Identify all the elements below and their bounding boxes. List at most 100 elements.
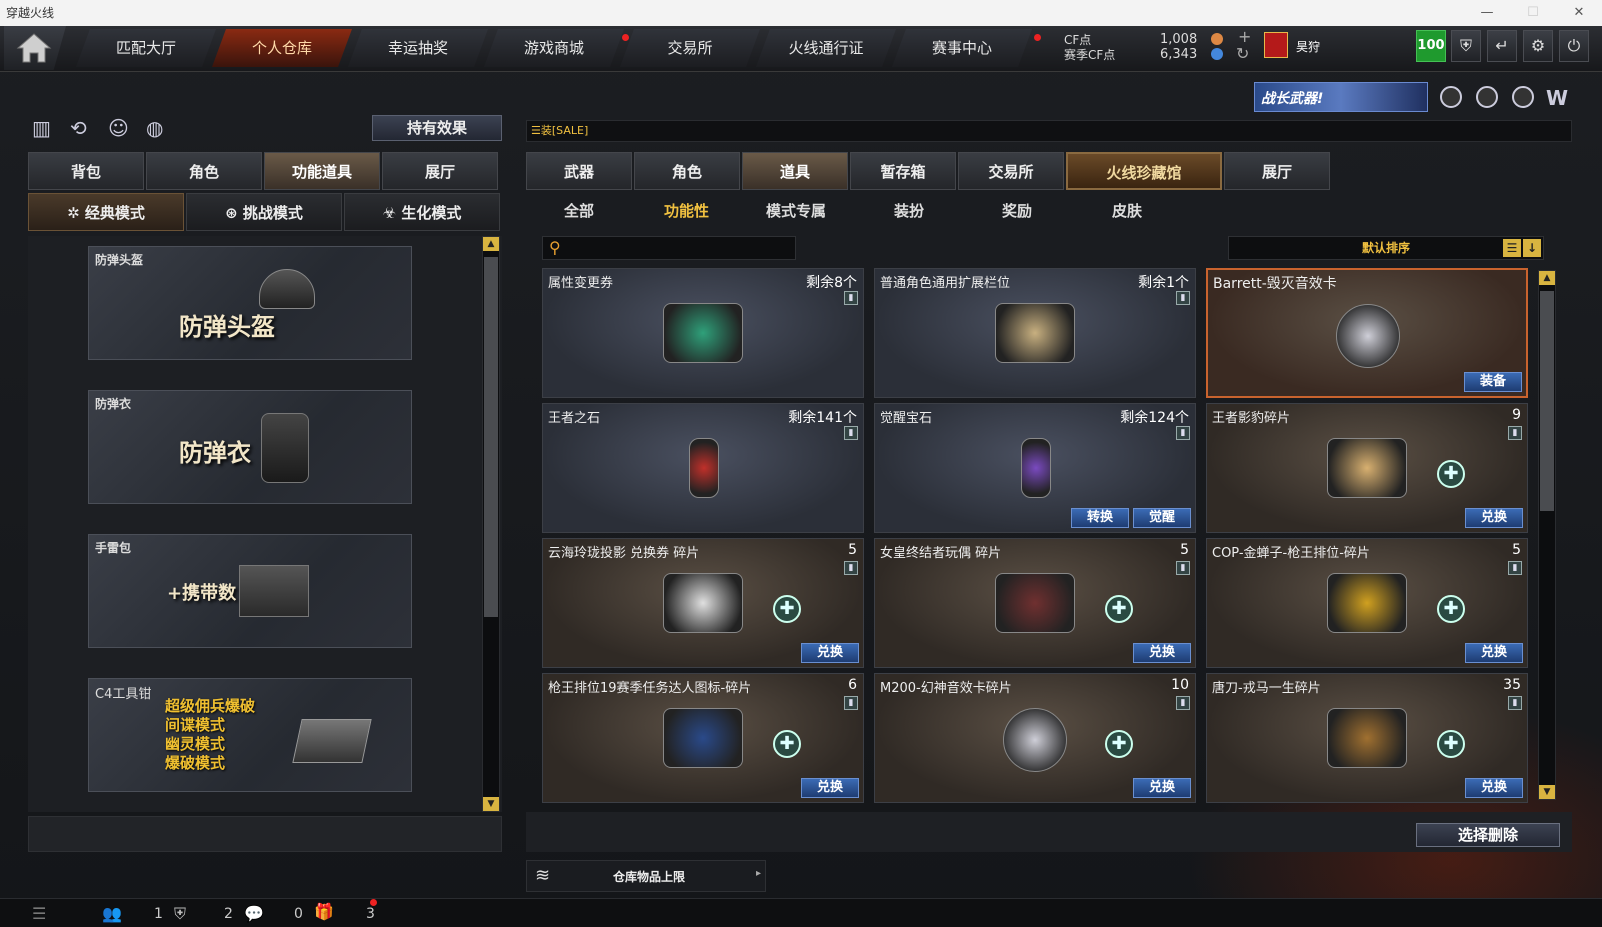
gift-icon[interactable]: 🎁 — [314, 902, 334, 921]
lock-icon[interactable]: ▮ — [1508, 561, 1522, 575]
subtab-all[interactable]: 全部 — [564, 200, 594, 221]
close-button[interactable]: ✕ — [1556, 0, 1602, 26]
list-icon[interactable]: ☰ — [1503, 239, 1521, 257]
wings-icon[interactable]: W — [1546, 86, 1568, 110]
awaken-button[interactable]: 觉醒 — [1133, 508, 1191, 528]
grenade-icon[interactable]: ◍ — [146, 116, 163, 140]
equip-button[interactable]: 装备 — [1464, 372, 1522, 392]
mode-challenge[interactable]: ⊛ 挑战模式 — [186, 193, 342, 231]
scroll-thumb[interactable] — [1540, 291, 1554, 511]
card-c4-tool[interactable]: C4工具钳 超级佣兵爆破 间谍模式 幽灵模式 爆破模式 — [88, 678, 412, 792]
tab-characters[interactable]: 角色 — [634, 152, 740, 190]
exchange-button[interactable]: 兑换 — [1133, 778, 1191, 798]
chat-icon[interactable]: 💬 — [244, 904, 264, 923]
person-icon[interactable]: ☺ — [108, 116, 129, 140]
clan-shield-icon[interactable]: ⛨ — [174, 904, 186, 924]
tab-storage-box[interactable]: 暂存箱 — [850, 152, 956, 190]
nav-tab-lottery[interactable]: 幸运抽奖 — [348, 29, 488, 67]
tab-items[interactable]: 道具 — [742, 152, 848, 190]
tab-collection[interactable]: 火线珍藏馆 — [1066, 152, 1222, 190]
right-scrollbar[interactable]: ▲ ▼ — [1538, 270, 1556, 800]
lock-icon[interactable]: ▮ — [1176, 696, 1190, 710]
mode-zombie[interactable]: ☣ 生化模式 — [344, 193, 500, 231]
item-card[interactable]: 王者之石 剩余141个 ▮ — [542, 403, 864, 533]
stats-icon[interactable]: ▥ — [32, 116, 51, 140]
subtab-outfit[interactable]: 装扮 — [894, 200, 924, 221]
subtab-reward[interactable]: 奖励 — [1002, 200, 1032, 221]
lock-icon[interactable]: ▮ — [844, 426, 858, 440]
tab-function-items[interactable]: 功能道具 — [264, 152, 380, 190]
friends-icon[interactable]: 👥 — [102, 904, 122, 923]
item-card[interactable]: 云海玲珑投影 兑换券 碎片 5 ▮ ✚ 兑换 — [542, 538, 864, 668]
item-card[interactable]: 唐刀-戎马一生碎片 35 ▮ ✚ 兑换 — [1206, 673, 1528, 803]
convert-button[interactable]: 转换 — [1071, 508, 1129, 528]
capacity-bar[interactable]: ≋ 仓库物品上限 ▸ — [526, 860, 766, 892]
scroll-up-arrow[interactable]: ▲ — [1539, 271, 1555, 285]
lock-icon[interactable]: ▮ — [844, 561, 858, 575]
item-card[interactable]: 属性变更券 剩余8个 ▮ — [542, 268, 864, 398]
home-button[interactable] — [4, 26, 66, 70]
badge-icon[interactable] — [1512, 86, 1534, 108]
tab-showroom-right[interactable]: 展厅 — [1224, 152, 1330, 190]
subtab-mode-exclusive[interactable]: 模式专属 — [766, 200, 826, 221]
item-card[interactable]: 普通角色通用扩展栏位 剩余1个 ▮ — [874, 268, 1196, 398]
power-button[interactable]: ⏻ — [1559, 30, 1589, 62]
select-delete-button[interactable]: 选择删除 — [1416, 823, 1560, 847]
nav-tab-pass[interactable]: 火线通行证 — [756, 29, 896, 67]
return-button[interactable]: ↵ — [1487, 30, 1517, 62]
left-scrollbar[interactable]: ▲ ▼ — [482, 236, 500, 812]
exchange-button[interactable]: 兑换 — [1465, 643, 1523, 663]
tab-character[interactable]: 角色 — [146, 152, 262, 190]
item-card[interactable]: Barrett-毁灭音效卡 装备 — [1206, 268, 1528, 398]
scroll-up-arrow[interactable]: ▲ — [483, 237, 499, 251]
lock-icon[interactable]: ▮ — [1176, 426, 1190, 440]
scroll-down-arrow[interactable]: ▼ — [1539, 785, 1555, 799]
search-input[interactable] — [571, 239, 791, 257]
nav-tab-events[interactable]: 赛事中心 — [892, 29, 1032, 67]
card-vest[interactable]: 防弹衣 防弹衣 — [88, 390, 412, 504]
lock-icon[interactable]: ▮ — [1508, 426, 1522, 440]
nav-tab-exchange[interactable]: 交易所 — [620, 29, 760, 67]
item-card[interactable]: M200-幻神音效卡碎片 10 ▮ ✚ 兑换 — [874, 673, 1196, 803]
scroll-down-arrow[interactable]: ▼ — [483, 797, 499, 811]
subtab-skin[interactable]: 皮肤 — [1112, 200, 1142, 221]
exchange-button[interactable]: 兑换 — [1133, 643, 1191, 663]
subtab-functional[interactable]: 功能性 — [664, 200, 709, 221]
maximize-button[interactable]: ☐ — [1510, 0, 1556, 26]
item-card[interactable]: 女皇终结者玩偶 碎片 5 ▮ ✚ 兑换 — [874, 538, 1196, 668]
nav-tab-mall[interactable]: 游戏商城 — [484, 29, 624, 67]
tab-backpack[interactable]: 背包 — [28, 152, 144, 190]
item-card[interactable]: 王者影豹碎片 9 ▮ ✚ 兑换 — [1206, 403, 1528, 533]
item-card[interactable]: 觉醒宝石 剩余124个 ▮ 转换 觉醒 — [874, 403, 1196, 533]
tab-weapons[interactable]: 武器 — [526, 152, 632, 190]
sort-arrow-icon[interactable]: ↓ — [1523, 239, 1541, 257]
achievement-icon[interactable] — [1440, 86, 1462, 108]
settings-button[interactable]: ⚙ — [1523, 30, 1553, 62]
scroll-thumb[interactable] — [484, 257, 498, 617]
expand-icon[interactable]: ▸ — [756, 868, 761, 879]
card-grenade-pack[interactable]: 手雷包 +携带数 — [88, 534, 412, 648]
shield-button[interactable]: ⛨ — [1451, 30, 1481, 62]
refresh-icon[interactable]: ⟲ — [70, 116, 87, 140]
minimize-button[interactable]: — — [1464, 0, 1510, 26]
tab-exchange-right[interactable]: 交易所 — [958, 152, 1064, 190]
tab-showroom[interactable]: 展厅 — [382, 152, 498, 190]
exchange-button[interactable]: 兑换 — [1465, 778, 1523, 798]
menu-icon[interactable]: ☰ — [32, 904, 46, 923]
sort-dropdown[interactable]: 默认排序 ☰ ↓ — [1228, 236, 1544, 260]
growth-weapon-banner[interactable]: 战长武器! — [1254, 82, 1428, 112]
item-card[interactable]: COP-金蝉子-枪王排位-碎片 5 ▮ ✚ 兑换 — [1206, 538, 1528, 668]
lock-icon[interactable]: ▮ — [1508, 696, 1522, 710]
lock-icon[interactable]: ▮ — [844, 291, 858, 305]
nav-tab-warehouse[interactable]: 个人仓库 — [212, 29, 352, 67]
exchange-button[interactable]: 兑换 — [1465, 508, 1523, 528]
card-helmet[interactable]: 防弹头盔 防弹头盔 — [88, 246, 412, 360]
held-effect-button[interactable]: 持有效果 — [372, 115, 502, 141]
lock-icon[interactable]: ▮ — [1176, 561, 1190, 575]
lock-icon[interactable]: ▮ — [844, 696, 858, 710]
exchange-button[interactable]: 兑换 — [801, 643, 859, 663]
item-card[interactable]: 枪王排位19赛季任务达人图标-碎片 6 ▮ ✚ 兑换 — [542, 673, 864, 803]
username[interactable]: 昊狩 — [1296, 38, 1320, 55]
refresh-cf-button[interactable]: ↻ — [1236, 44, 1249, 63]
nav-tab-match-hall[interactable]: 匹配大厅 — [76, 29, 216, 67]
